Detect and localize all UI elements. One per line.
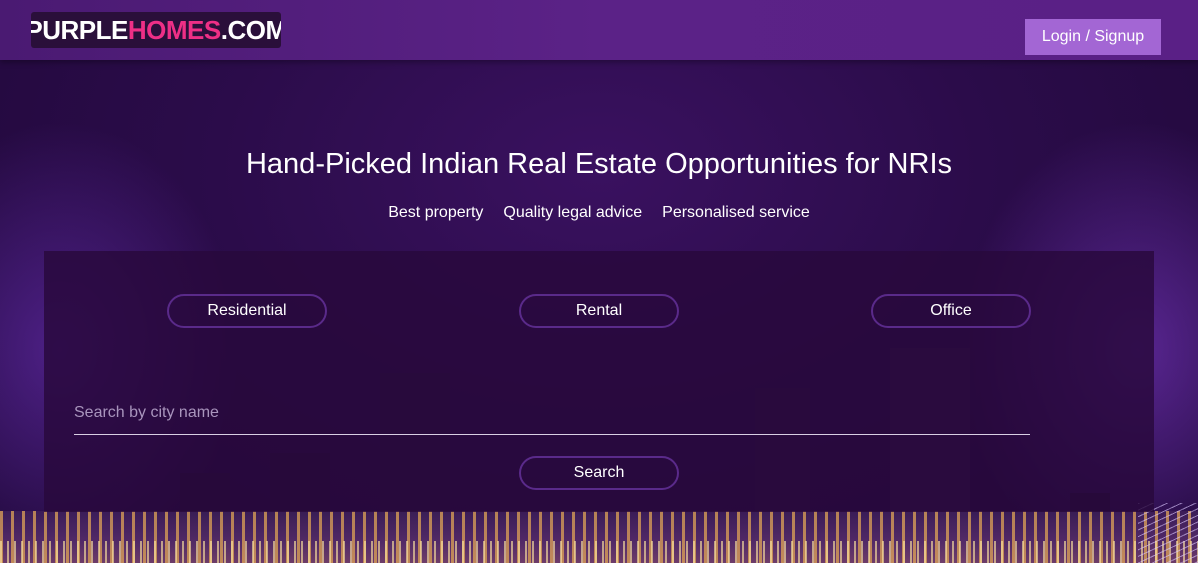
property-type-office-button[interactable]: Office (871, 294, 1031, 328)
bridge-cables (1138, 503, 1198, 563)
search-button[interactable]: Search (519, 456, 679, 490)
site-logo[interactable]: PURPLE HOMES .COM (31, 12, 281, 48)
top-header: PURPLE HOMES .COM Login / Signup (0, 0, 1198, 60)
logo-text-part3: .COM (220, 14, 281, 45)
hero-title: Hand-Picked Indian Real Estate Opportuni… (245, 148, 952, 180)
tagline-item: Personalised service (662, 204, 810, 221)
hero-taglines: Best property Quality legal advice Perso… (0, 204, 1198, 222)
login-signup-button[interactable]: Login / Signup (1025, 19, 1161, 55)
search-panel: Residential Rental Office Search (44, 251, 1154, 512)
property-type-rental-button[interactable]: Rental (519, 294, 679, 328)
tagline-item: Best property (388, 204, 484, 221)
tagline-item: Quality legal advice (503, 204, 643, 221)
city-lights (0, 541, 1198, 563)
logo-text-part2: HOMES (127, 14, 221, 45)
logo-text-part1: PURPLE (31, 14, 128, 45)
property-type-residential-button[interactable]: Residential (167, 294, 327, 328)
city-search-input[interactable] (74, 391, 1030, 435)
